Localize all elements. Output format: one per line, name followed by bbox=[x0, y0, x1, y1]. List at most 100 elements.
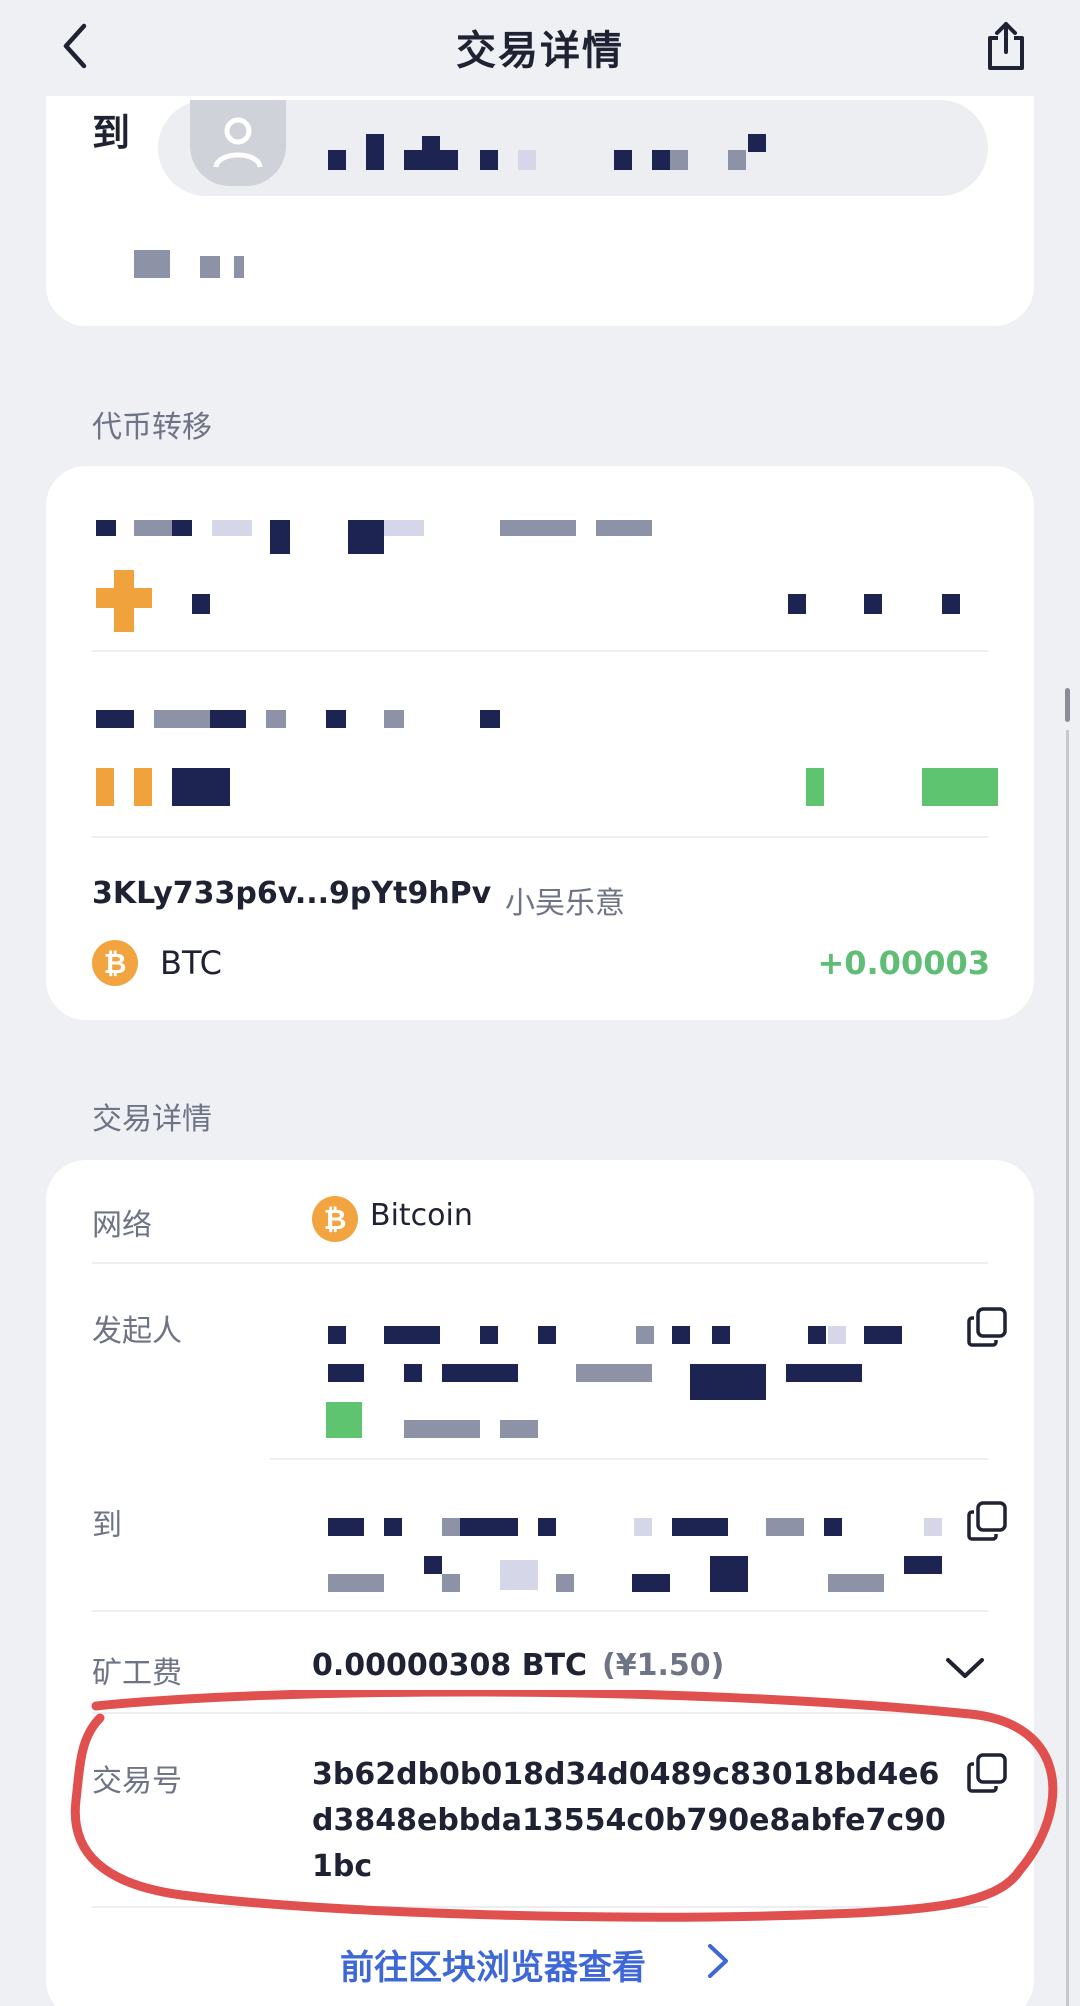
redacted-text-block bbox=[500, 520, 576, 536]
redacted-address-block bbox=[556, 1574, 574, 1592]
scrollbar-thumb[interactable] bbox=[1065, 688, 1070, 722]
row-divider bbox=[92, 1712, 988, 1714]
redacted-address-block bbox=[712, 1326, 730, 1344]
redacted-text-block bbox=[788, 594, 806, 614]
redacted-green-block bbox=[326, 1402, 362, 1438]
redacted-address-block bbox=[440, 150, 458, 170]
redacted-text-block bbox=[942, 594, 960, 614]
redacted-address-block bbox=[636, 1326, 654, 1344]
row-divider bbox=[92, 1610, 988, 1612]
redacted-address-block bbox=[672, 1326, 690, 1344]
redacted-address-block bbox=[690, 1364, 766, 1400]
sender-label: 发起人 bbox=[92, 1314, 182, 1349]
redacted-address-block bbox=[384, 1326, 440, 1344]
redacted-address-block bbox=[442, 1574, 460, 1592]
redacted-orange-block bbox=[114, 570, 134, 632]
redacted-address-block bbox=[828, 1326, 846, 1344]
redacted-text-block bbox=[172, 768, 230, 806]
redacted-address-block bbox=[480, 150, 498, 170]
copy-icon bbox=[967, 1753, 1007, 1793]
redacted-address-block bbox=[328, 1326, 346, 1344]
chevron-down-icon bbox=[946, 1658, 984, 1678]
redacted-address-block bbox=[576, 1364, 652, 1382]
row-divider bbox=[92, 836, 988, 838]
transfer-address[interactable]: 3KLy733p6v...9pYt9hPv bbox=[92, 876, 491, 911]
redacted-address-block bbox=[766, 1518, 804, 1536]
redacted-address-block bbox=[328, 1574, 384, 1592]
redacted-address-block bbox=[500, 1560, 538, 1590]
redacted-address-block bbox=[442, 1364, 518, 1382]
redacted-address-block bbox=[670, 150, 688, 170]
txid-value[interactable]: 3b62db0b018d34d0489c83018bd4e6d3848ebbda… bbox=[312, 1752, 952, 1890]
fee-fiat-value: (¥1.50) bbox=[602, 1648, 725, 1683]
redacted-address-block bbox=[538, 1326, 556, 1344]
fee-value: 0.00000308 BTC bbox=[312, 1648, 588, 1683]
redacted-address-block bbox=[634, 1518, 652, 1536]
btc-coin-icon: ₿ bbox=[92, 940, 138, 986]
redacted-address-block bbox=[538, 1518, 556, 1536]
redacted-address-block bbox=[328, 1364, 364, 1382]
redacted-orange-block bbox=[96, 768, 114, 806]
redacted-text-block bbox=[234, 256, 244, 278]
redacted-address-block bbox=[864, 1326, 902, 1344]
redacted-text-block bbox=[134, 520, 172, 536]
redacted-address-block bbox=[424, 1556, 442, 1574]
copy-sender-button[interactable] bbox=[966, 1306, 1008, 1348]
redacted-text-block bbox=[212, 520, 252, 536]
fee-label: 矿工费 bbox=[92, 1656, 182, 1691]
redacted-address-block bbox=[824, 1518, 842, 1536]
redacted-address-block bbox=[632, 1574, 670, 1592]
redacted-text-block bbox=[96, 520, 116, 536]
chevron-right-icon bbox=[708, 1944, 728, 1978]
redacted-text-block bbox=[200, 256, 220, 278]
redacted-address-block bbox=[422, 136, 440, 170]
receiver-label: 到 bbox=[92, 1508, 122, 1543]
details-section-label: 交易详情 bbox=[92, 1102, 212, 1137]
redacted-text-block bbox=[154, 710, 210, 728]
network-label: 网络 bbox=[92, 1208, 152, 1243]
redacted-text-block bbox=[864, 594, 882, 614]
redacted-address-block bbox=[460, 1518, 518, 1536]
fee-expand-button[interactable] bbox=[944, 1650, 986, 1686]
copy-txid-button[interactable] bbox=[966, 1752, 1008, 1794]
redacted-green-block bbox=[922, 768, 998, 806]
redacted-text-block bbox=[270, 520, 290, 554]
copy-receiver-button[interactable] bbox=[966, 1500, 1008, 1542]
redacted-address-block bbox=[384, 1518, 402, 1536]
redacted-address-block bbox=[748, 134, 766, 152]
explorer-link-chevron[interactable] bbox=[700, 1940, 734, 1982]
redacted-address-block bbox=[518, 150, 536, 170]
explorer-link[interactable]: 前往区块浏览器查看 bbox=[340, 1940, 646, 1989]
network-value: Bitcoin bbox=[370, 1198, 473, 1233]
redacted-address-block bbox=[786, 1364, 862, 1382]
scrollbar-track bbox=[1066, 730, 1069, 2006]
redacted-address-block bbox=[404, 1420, 480, 1438]
redacted-text-block bbox=[134, 250, 170, 278]
page-title: 交易详情 bbox=[456, 28, 624, 74]
redacted-address-block bbox=[328, 1518, 364, 1536]
redacted-address-block bbox=[710, 1556, 748, 1592]
row-divider bbox=[92, 1906, 988, 1908]
redacted-address-block bbox=[614, 150, 632, 170]
redacted-text-block bbox=[326, 710, 346, 728]
token-transfer-card bbox=[46, 466, 1034, 1020]
nav-header: 交易详情 bbox=[0, 0, 1080, 96]
redacted-text-block bbox=[266, 710, 286, 728]
redacted-address-block bbox=[500, 1420, 538, 1438]
redacted-green-block bbox=[806, 768, 824, 806]
redacted-address-block bbox=[924, 1518, 942, 1536]
share-icon bbox=[988, 22, 1024, 70]
redacted-address-block bbox=[808, 1326, 826, 1344]
copy-icon bbox=[967, 1501, 1007, 1541]
transfer-amount: +0.00003 bbox=[817, 944, 990, 982]
redacted-text-block bbox=[596, 520, 652, 536]
row-divider bbox=[270, 1458, 988, 1460]
redacted-address-block bbox=[404, 1364, 422, 1382]
redacted-address-block bbox=[404, 150, 422, 170]
redacted-text-block bbox=[210, 710, 246, 728]
share-button[interactable] bbox=[980, 16, 1032, 76]
bitcoin-network-icon: ₿ bbox=[312, 1196, 358, 1242]
txid-label: 交易号 bbox=[92, 1764, 182, 1799]
token-name: BTC bbox=[160, 944, 222, 982]
redacted-address-block bbox=[366, 134, 384, 170]
